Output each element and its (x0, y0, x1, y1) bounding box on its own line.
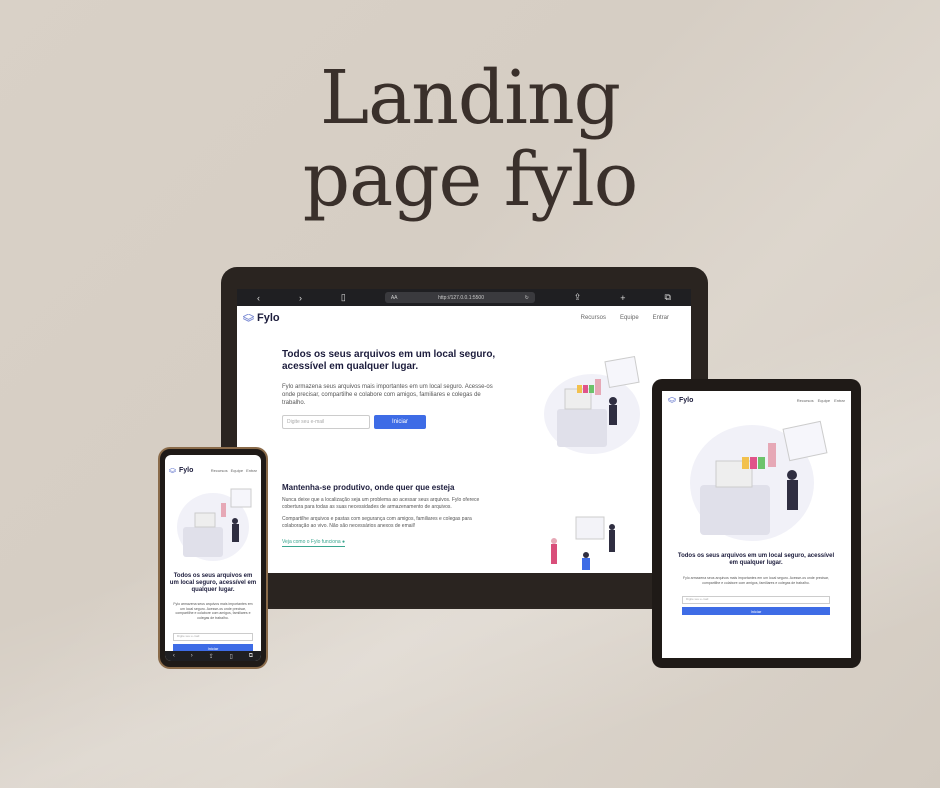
tablet-start-button[interactable]: Iniciar (682, 607, 830, 615)
back-icon[interactable]: ‹ (257, 293, 260, 303)
tablet-nav-entrar[interactable]: Entrar (834, 398, 845, 403)
site-nav: Fylo Recursos Equipe Entrar (237, 306, 691, 324)
phone-tabs-icon[interactable]: ⧉ (249, 653, 253, 660)
phone-logo-text: Fylo (179, 467, 194, 474)
layers-icon (668, 397, 676, 403)
phone-email-input[interactable]: Digite seu e-mail (173, 633, 253, 641)
phone-logo[interactable]: Fylo (169, 467, 193, 474)
tablet-nav-equipe[interactable]: Equipe (818, 398, 830, 403)
logo-text: Fylo (257, 312, 280, 324)
tablet-nav: Fylo Recursos Equipe Entrar (662, 391, 851, 404)
new-tab-icon[interactable]: + (620, 293, 625, 303)
url-bar[interactable]: AA http://127.0.0.1:5500 ↻ (384, 292, 535, 303)
tablet-email-input[interactable]: Digite seu e-mail (682, 596, 830, 604)
phone-book-icon[interactable]: ▯ (230, 653, 233, 660)
phone-hero-illustration (177, 488, 252, 561)
tablet-hero-illustration (690, 420, 828, 541)
layers-icon (169, 467, 176, 473)
phone-screen: Fylo Recursos Equipe Entrar Todos os seu… (165, 455, 261, 661)
email-input[interactable]: Digite seu e-mail (282, 415, 370, 429)
section2-text2: Compartilhe arquivos e pastas com segura… (282, 516, 472, 529)
tablet-logo[interactable]: Fylo (668, 397, 693, 404)
laptop-mockup: ‹ › ▯ AA http://127.0.0.1:5500 ↻ ⇪ + ⧉ F… (221, 267, 708, 607)
nav-equipe[interactable]: Equipe (620, 315, 639, 321)
phone-nav-entrar[interactable]: Entrar (246, 468, 257, 473)
tablet-nav-recursos[interactable]: Recursos (797, 398, 814, 403)
phone-hero-title: Todos os seus arquivos em um local segur… (169, 573, 257, 593)
phone-back-icon[interactable]: ‹ (173, 653, 175, 659)
reload-icon[interactable]: ↻ (525, 295, 529, 301)
team-illustration (551, 516, 615, 570)
section2-text1: Nunca deixe que a localização seja um pr… (282, 497, 480, 510)
how-it-works-link[interactable]: Veja como o Fylo funciona ● (282, 539, 346, 547)
how-it-works-label: Veja como o Fylo funciona (282, 539, 341, 545)
phone-nav: Fylo Recursos Equipe Entrar (165, 455, 261, 474)
site-logo[interactable]: Fylo (243, 312, 280, 324)
tablet-hero-title: Todos os seus arquivos em um local segur… (677, 553, 835, 566)
tablet-logo-text: Fylo (679, 397, 694, 404)
page-title-line2: page fylo (302, 137, 639, 223)
nav-entrar[interactable]: Entrar (653, 315, 669, 321)
text-size-label[interactable]: AA (391, 295, 398, 301)
hero-title: Todos os seus arquivos em um local segur… (282, 349, 496, 372)
book-icon[interactable]: ▯ (341, 292, 346, 303)
tablet-mockup: Fylo Recursos Equipe Entrar Todos os seu… (652, 379, 861, 668)
phone-nav-recursos[interactable]: Recursos (211, 468, 228, 473)
hero-section: Todos os seus arquivos em um local segur… (282, 349, 497, 429)
hero-illustration (544, 356, 640, 454)
start-button[interactable]: Iniciar (374, 415, 426, 429)
tablet-hero-text: Fylo armazena seus arquivos mais importa… (683, 576, 829, 585)
layers-icon (243, 313, 254, 322)
phone-share-icon[interactable]: ⇪ (209, 653, 214, 660)
tablet-screen: Fylo Recursos Equipe Entrar Todos os seu… (662, 391, 851, 658)
browser-toolbar: ‹ › ▯ AA http://127.0.0.1:5500 ↻ ⇪ + ⧉ (237, 289, 691, 306)
tabs-icon[interactable]: ⧉ (664, 292, 670, 303)
section2-title: Mantenha-se produtivo, onde quer que est… (282, 483, 455, 492)
phone-mockup: Fylo Recursos Equipe Entrar Todos os seu… (158, 447, 268, 669)
phone-forward-icon[interactable]: › (191, 653, 193, 659)
nav-recursos[interactable]: Recursos (581, 315, 606, 321)
hero-text: Fylo armazena seus arquivos mais importa… (282, 384, 493, 406)
forward-icon[interactable]: › (299, 293, 302, 303)
share-icon[interactable]: ⇪ (574, 292, 582, 303)
phone-browser-bar: ‹ › ⇪ ▯ ⧉ (165, 651, 261, 661)
url-text: http://127.0.0.1:5500 (438, 294, 484, 301)
productive-section: Mantenha-se produtivo, onde quer que est… (282, 483, 497, 548)
page-title-line1: Landing (320, 55, 621, 141)
phone-hero-text: Fylo armazena seus arquivos mais importa… (173, 602, 253, 620)
phone-nav-equipe[interactable]: Equipe (231, 468, 243, 473)
laptop-screen: ‹ › ▯ AA http://127.0.0.1:5500 ↻ ⇪ + ⧉ F… (237, 289, 691, 573)
